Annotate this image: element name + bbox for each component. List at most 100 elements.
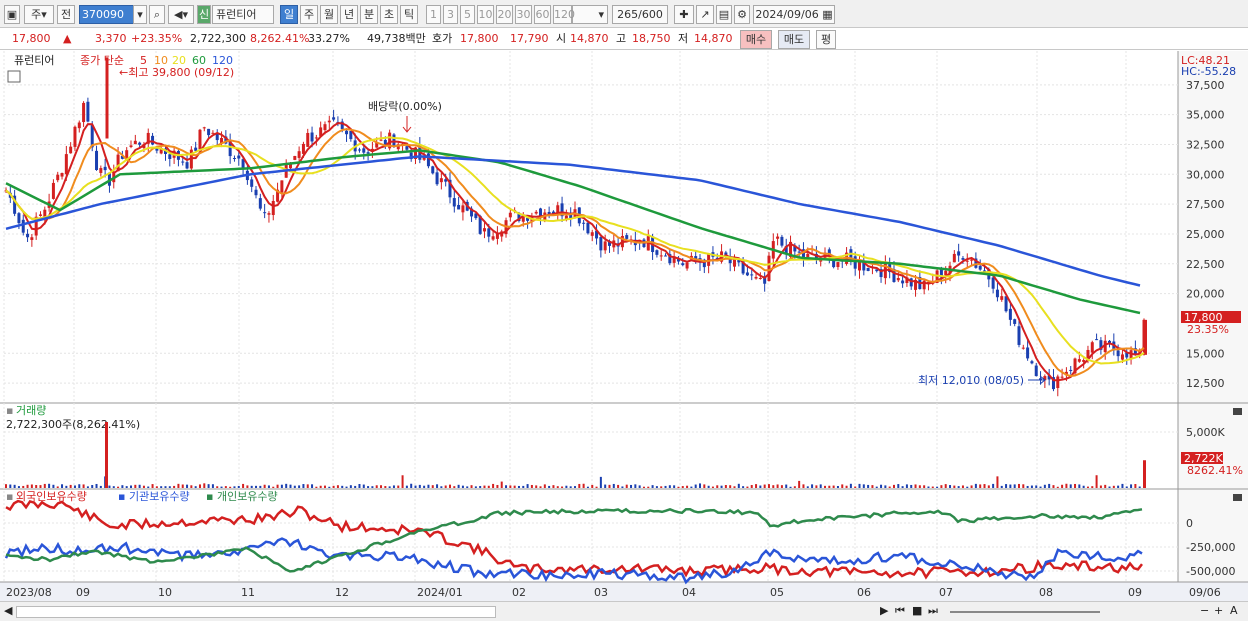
volume-bar: [543, 484, 546, 488]
count-total: /600: [638, 8, 663, 21]
interval-button-5[interactable]: 5: [460, 5, 475, 24]
market-select[interactable]: 주▾: [24, 5, 54, 24]
volume-bar: [17, 486, 20, 488]
volume-bar: [267, 485, 270, 488]
period-tab-3[interactable]: 년: [340, 5, 358, 24]
date-field[interactable]: 2024/09/06 ▦: [753, 5, 835, 24]
period-tab-5[interactable]: 초: [380, 5, 398, 24]
interval-button-20[interactable]: 20: [496, 5, 513, 24]
candle-body: [82, 102, 86, 123]
volume-bar: [112, 486, 115, 488]
speaker-icon[interactable]: ◀▾: [168, 5, 194, 24]
sell-button[interactable]: 매도: [778, 30, 810, 49]
up-arrow-icon: ▲: [63, 32, 72, 45]
holdings-close-icon[interactable]: [1233, 494, 1242, 501]
candle-body: [293, 155, 297, 160]
step-forward-icon[interactable]: ⏭: [928, 604, 938, 618]
extra-dropdown[interactable]: ▾: [572, 5, 608, 24]
volume-bar: [746, 486, 749, 488]
volume-bar: [474, 486, 477, 488]
volume-bar: [979, 484, 982, 488]
period-tab-4[interactable]: 분: [360, 5, 378, 24]
candle-body: [681, 263, 685, 266]
interval-button-60[interactable]: 60: [534, 5, 551, 24]
period-tab-2[interactable]: 월: [320, 5, 338, 24]
volume-bar: [1104, 484, 1107, 488]
candle-body: [758, 278, 762, 280]
count-field[interactable]: 265/600: [612, 5, 668, 24]
candle-body: [1013, 319, 1017, 324]
period-tab-6[interactable]: 틱: [400, 5, 418, 24]
scroll-right-icon[interactable]: ▶: [880, 604, 888, 617]
candle-body: [60, 173, 64, 177]
interval-button-30[interactable]: 30: [515, 5, 532, 24]
volume-bar: [61, 484, 64, 488]
price-y-tick: 12,500: [1186, 377, 1225, 390]
volume-bar: [923, 485, 926, 488]
candle-body: [314, 137, 318, 139]
scroll-track[interactable]: [16, 606, 496, 618]
volume-bar: [86, 486, 89, 488]
search-icon[interactable]: ⌕: [149, 5, 165, 24]
candle-body: [405, 146, 409, 150]
volume-bar: [1130, 484, 1133, 488]
volume-bar: [328, 486, 331, 488]
eval-button[interactable]: 평: [816, 30, 836, 49]
volume-bar: [487, 485, 490, 488]
step-back-icon[interactable]: ⏮: [895, 604, 905, 618]
candle-body: [64, 154, 68, 175]
chart-type-icon[interactable]: ▣: [4, 5, 20, 24]
volume-bar: [841, 484, 844, 488]
interval-button-120[interactable]: 120: [553, 5, 575, 24]
dividend-annotation: 배당락(0.00%): [368, 100, 442, 113]
volume-bar: [388, 486, 391, 488]
volume-bar: [259, 485, 262, 488]
stock-chart[interactable]: 37,500 35,000 32,500 30,000 27,500 25,000 22,5…: [0, 51, 1248, 601]
hc-label: HC:-55.28: [1181, 65, 1236, 78]
candle-body: [664, 255, 668, 257]
volume-close-icon[interactable]: [1233, 408, 1242, 415]
volume-bar: [530, 484, 533, 488]
volume-bar: [289, 484, 292, 488]
period-tab-0[interactable]: 일: [280, 5, 298, 24]
volume-bar: [134, 484, 137, 488]
period-tab-1[interactable]: 주: [300, 5, 318, 24]
zoom-out-icon[interactable]: −: [1200, 604, 1209, 617]
buy-button[interactable]: 매수: [740, 30, 772, 49]
interval-button-3[interactable]: 3: [443, 5, 458, 24]
volume-bar: [1121, 483, 1124, 488]
volume-bar: [849, 483, 852, 488]
crosshair-icon[interactable]: ✚: [674, 5, 694, 24]
gear-icon[interactable]: ⚙: [734, 5, 750, 24]
save-icon[interactable]: ▤: [716, 5, 732, 24]
volume-bar: [1117, 485, 1120, 488]
volume-bar: [858, 483, 861, 488]
scroll-left-icon[interactable]: ◀: [4, 604, 12, 617]
volume-bar: [125, 486, 128, 488]
volume-bar: [655, 486, 658, 488]
draw-tool-icon[interactable]: ↗: [696, 5, 714, 24]
volume-bar: [940, 485, 943, 488]
interval-button-1[interactable]: 1: [426, 5, 441, 24]
volume-bar: [1061, 484, 1064, 488]
stop-icon[interactable]: ■: [912, 604, 922, 617]
volume-bar: [953, 485, 956, 488]
interval-button-10[interactable]: 10: [477, 5, 494, 24]
stock-code-input[interactable]: 370090: [79, 5, 135, 24]
auto-icon[interactable]: A: [1230, 604, 1238, 617]
holdings-panel-icon: ▪: [6, 490, 13, 503]
volume-bar: [798, 480, 801, 488]
zoom-in-icon[interactable]: +: [1214, 604, 1223, 617]
code-type[interactable]: 전: [57, 5, 75, 24]
volume-bar: [392, 485, 395, 488]
zoom-slider[interactable]: [950, 611, 1100, 613]
candle-body: [271, 200, 275, 216]
bid-price: 17,790: [510, 32, 549, 45]
candle-body: [237, 155, 241, 159]
volume-bar: [716, 485, 719, 488]
volume-bar: [423, 485, 426, 488]
volume-bar: [703, 484, 706, 488]
table-toggle-icon[interactable]: [7, 70, 21, 83]
turnover: 33.27%: [308, 32, 350, 45]
code-dropdown-icon[interactable]: ▾: [133, 5, 147, 24]
